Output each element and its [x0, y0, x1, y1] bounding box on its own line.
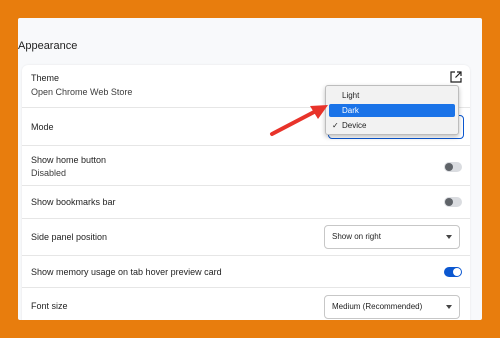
home-button-toggle[interactable]	[444, 162, 462, 172]
side-panel-row: Side panel position Show on right	[22, 218, 470, 255]
theme-label: Theme	[31, 73, 60, 83]
bookmarks-bar-row[interactable]: Show bookmarks bar	[22, 185, 470, 218]
font-size-select[interactable]: Medium (Recommended)	[324, 295, 460, 319]
side-panel-value: Show on right	[332, 232, 381, 241]
mode-option-dark[interactable]: Dark	[329, 104, 455, 117]
home-button-label: Show home button	[31, 155, 107, 165]
font-size-value: Medium (Recommended)	[332, 302, 423, 311]
external-link-icon[interactable]	[450, 71, 462, 83]
mode-option-device[interactable]: ✓ Device	[329, 119, 455, 132]
annotation-arrow-icon	[270, 105, 328, 136]
chevron-down-icon	[446, 235, 452, 239]
section-title: Appearance	[18, 40, 78, 52]
bookmarks-bar-label: Show bookmarks bar	[31, 197, 116, 207]
side-panel-label: Side panel position	[31, 232, 108, 242]
chevron-down-icon	[446, 305, 452, 309]
theme-sub: Open Chrome Web Store	[31, 87, 133, 97]
checkmark-icon: ✓	[332, 121, 339, 130]
home-button-row[interactable]: Show home button Disabled	[22, 145, 470, 185]
memory-usage-label: Show memory usage on tab hover preview c…	[31, 267, 222, 277]
font-size-row: Font size Medium (Recommended)	[22, 287, 470, 320]
settings-panel: Appearance Theme Open Chrome Web Store M…	[18, 18, 482, 320]
font-size-label: Font size	[31, 301, 68, 311]
mode-option-light[interactable]: Light	[329, 89, 455, 102]
memory-usage-toggle[interactable]	[444, 267, 462, 277]
bookmarks-bar-toggle[interactable]	[444, 197, 462, 207]
home-button-sub: Disabled	[31, 168, 67, 178]
memory-usage-row[interactable]: Show memory usage on tab hover preview c…	[22, 255, 470, 287]
mode-dropdown: Light Dark ✓ Device	[325, 85, 459, 135]
mode-label: Mode	[31, 122, 54, 132]
side-panel-select[interactable]: Show on right	[324, 225, 460, 249]
